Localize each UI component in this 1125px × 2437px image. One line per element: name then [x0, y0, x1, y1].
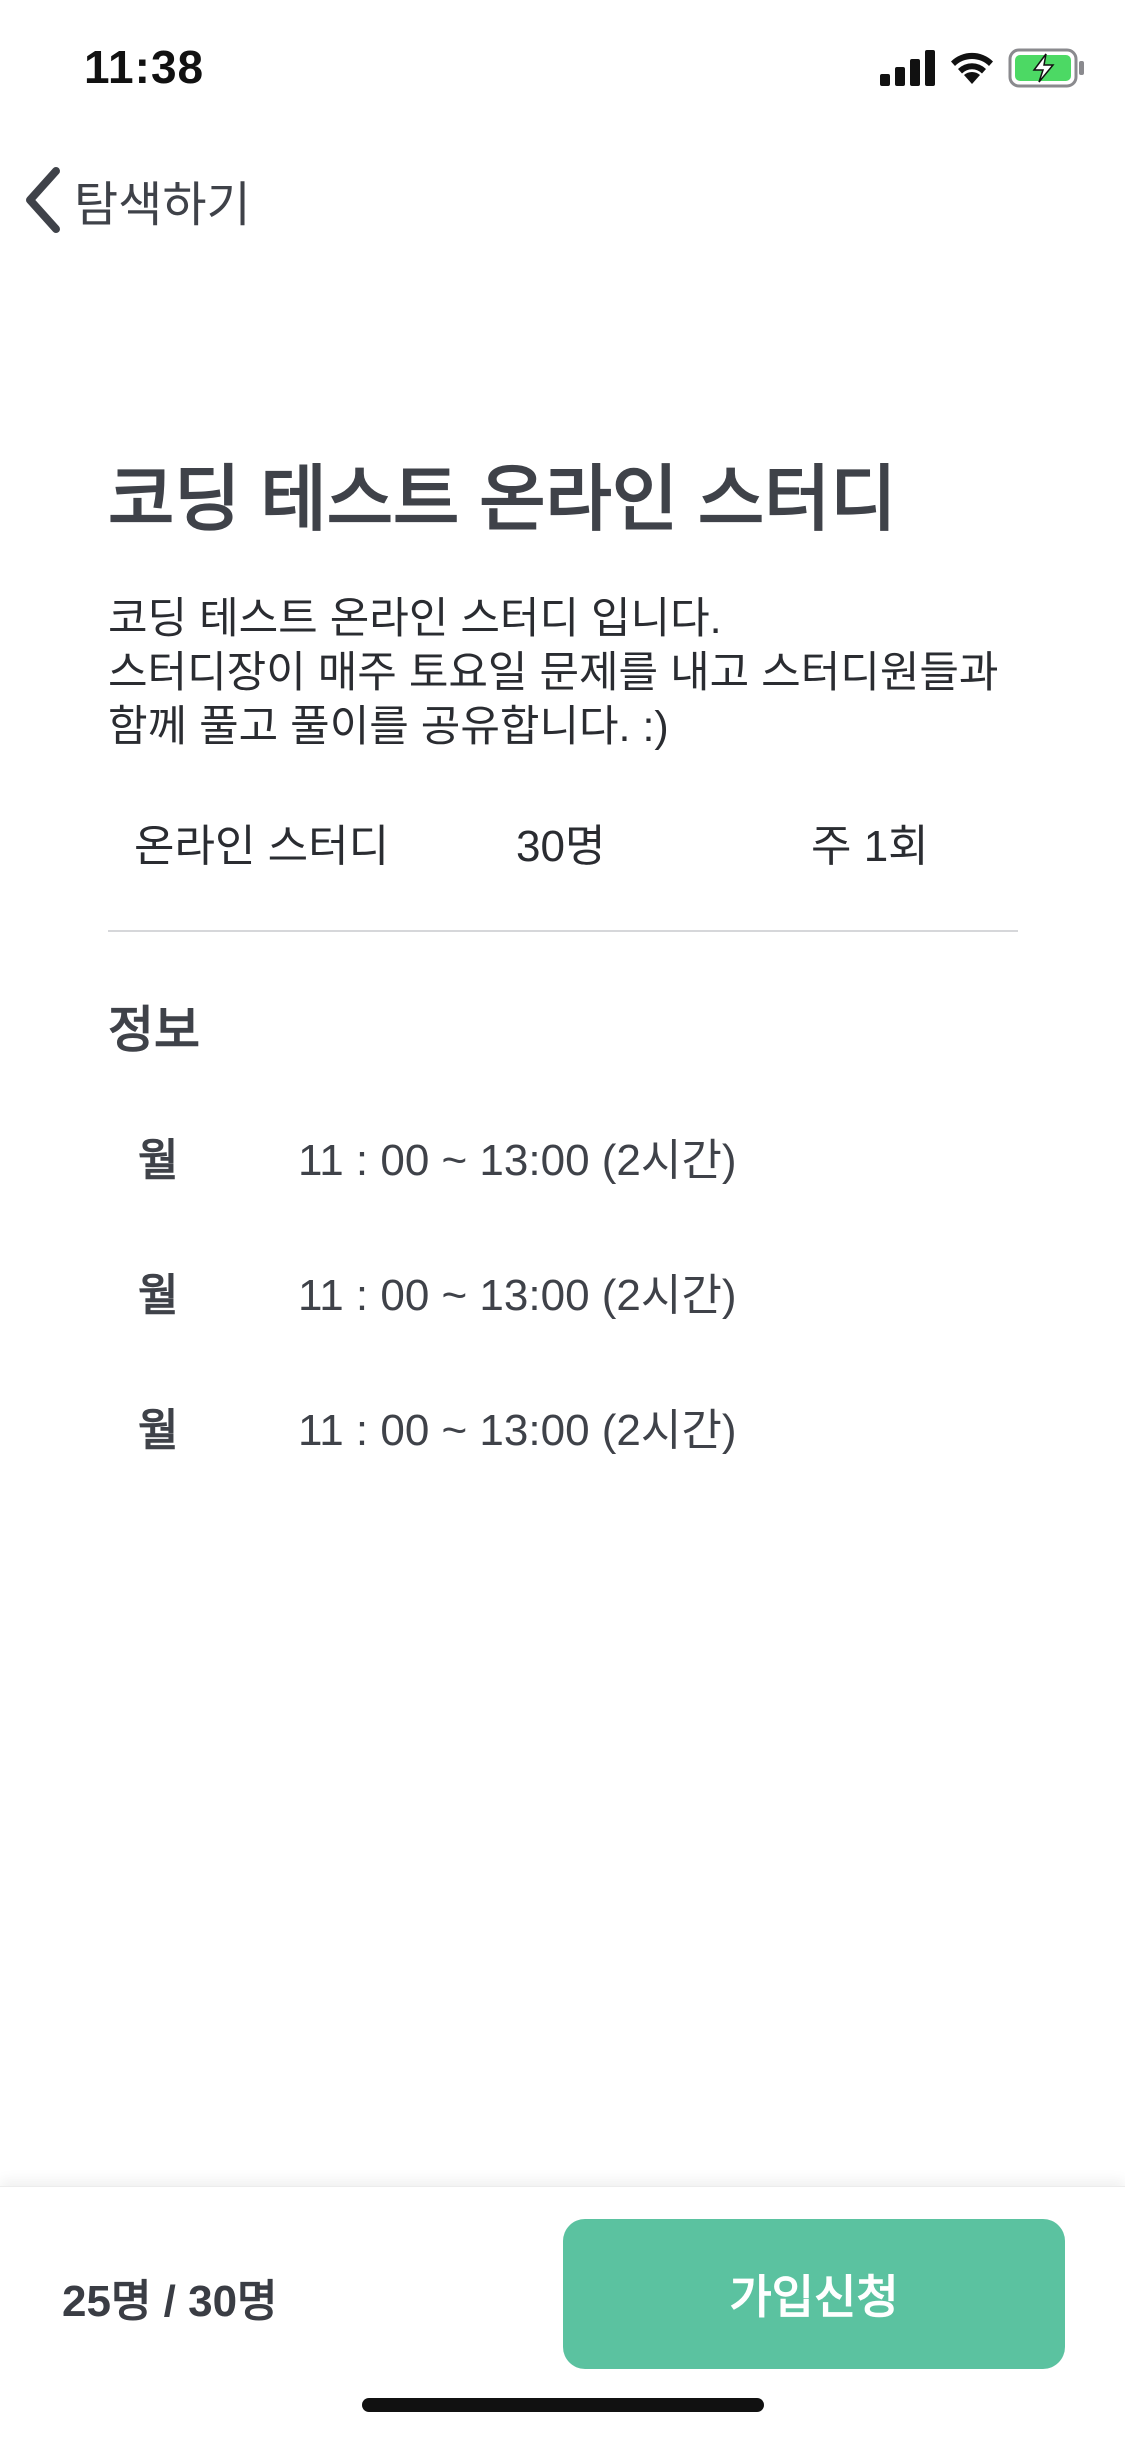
- study-type: 온라인 스터디: [134, 822, 390, 871]
- join-request-button[interactable]: 가입신청: [563, 2219, 1065, 2369]
- schedule-time: 11 : 00 ~ 13:00 (2시간): [298, 1406, 737, 1455]
- description-line: 스터디장이 매주 토요일 문제를 내고 스터디원들과: [108, 649, 999, 697]
- chevron-left-icon: [26, 167, 60, 233]
- wifi-icon: [951, 52, 993, 84]
- divider: [108, 930, 1018, 932]
- status-bar: 11:38: [0, 0, 1125, 132]
- home-indicator[interactable]: [362, 2398, 764, 2412]
- status-time: 11:38: [84, 41, 205, 93]
- schedule-day: 월: [138, 1136, 179, 1185]
- schedule-day: 월: [138, 1406, 179, 1455]
- member-count: 25명 / 30명: [62, 2277, 278, 2326]
- study-title: 코딩 테스트 온라인 스터디: [108, 460, 897, 540]
- study-description: 코딩 테스트 온라인 스터디 입니다. 스터디장이 매주 토요일 문제를 내고 …: [108, 592, 1028, 754]
- battery-charging-icon: [1008, 48, 1084, 88]
- description-line: 코딩 테스트 온라인 스터디 입니다.: [108, 595, 722, 643]
- info-section-title: 정보: [108, 1002, 200, 1058]
- back-button-label: 탐색하기: [74, 179, 251, 232]
- schedule-time: 11 : 00 ~ 13:00 (2시간): [298, 1136, 737, 1185]
- schedule-time: 11 : 00 ~ 13:00 (2시간): [298, 1271, 737, 1320]
- cellular-signal-icon: [880, 50, 935, 86]
- back-button[interactable]: 탐색하기: [20, 160, 251, 240]
- study-meta-row: 온라인 스터디 30명 주 1회: [108, 810, 1018, 880]
- schedule-day: 월: [138, 1271, 179, 1320]
- study-capacity: 30명: [516, 822, 606, 871]
- study-frequency: 주 1회: [811, 822, 929, 871]
- description-line: 함께 풀고 풀이를 공유합니다. :): [108, 703, 669, 751]
